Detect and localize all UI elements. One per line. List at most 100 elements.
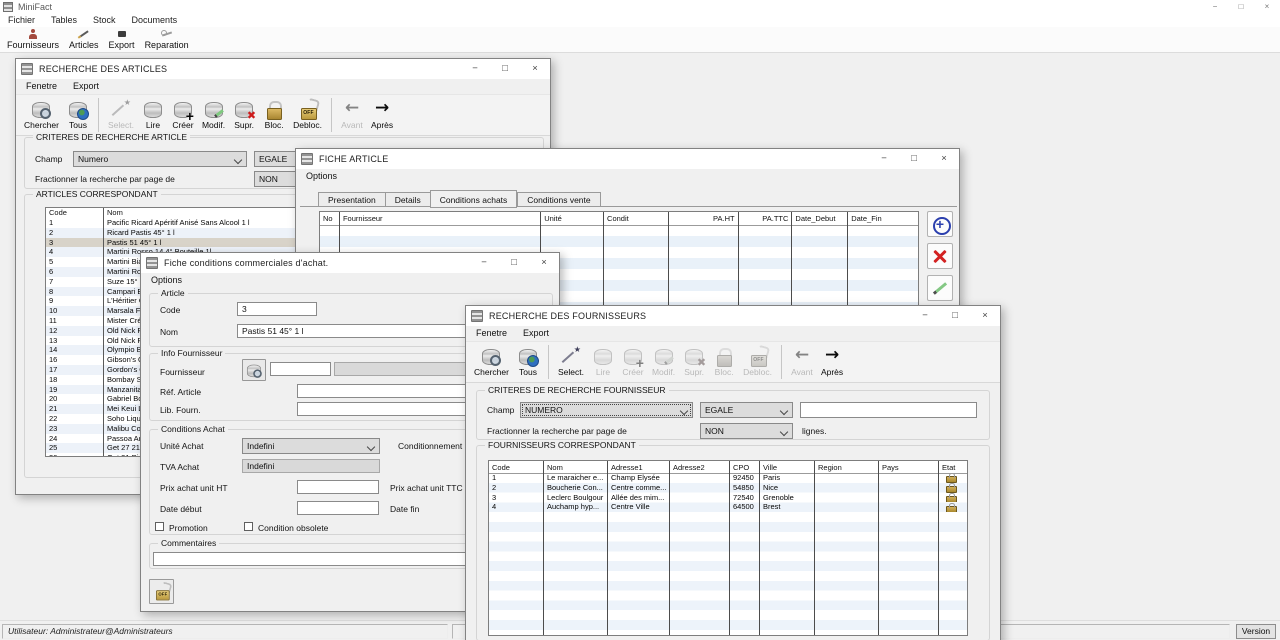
app-toolbar-icon <box>26 29 40 39</box>
toolbar-button[interactable]: Lire <box>588 347 618 378</box>
toolbar-button[interactable]: Debloc. <box>739 347 776 378</box>
toolbar-button[interactable]: Modif. <box>198 100 229 131</box>
table-column-header[interactable]: Etat <box>939 461 967 635</box>
toolbar-button[interactable]: Chercher <box>470 347 513 378</box>
table-columns: CodeNomAdresse1Adresse2CPOVilleRegionPay… <box>489 461 967 635</box>
maximize-button[interactable]: □ <box>499 253 529 273</box>
fournisseur-code-field[interactable] <box>270 362 331 376</box>
unlock-button[interactable] <box>149 579 174 604</box>
toolbar-button[interactable]: Créer <box>618 347 648 378</box>
menu-item[interactable]: Export <box>515 326 557 341</box>
app-restore-button[interactable]: □ <box>1228 0 1254 14</box>
toolbar-button[interactable]: Lire <box>138 100 168 131</box>
toolbar-button[interactable]: Debloc. <box>289 100 326 131</box>
menu-item[interactable]: Options <box>143 273 190 288</box>
version-button[interactable]: Version <box>1236 624 1276 639</box>
fournisseur-search-button[interactable] <box>242 359 266 381</box>
minimize-button[interactable]: − <box>469 253 499 273</box>
fiche-tab[interactable]: Details <box>385 192 430 207</box>
menu-item[interactable]: Fenetre <box>18 79 65 94</box>
fournisseurs-table[interactable]: 1 Le maraicher e... Champ Elysée 92450 P… <box>488 460 968 636</box>
toolbar-button-icon <box>791 348 813 365</box>
toolbar-button[interactable] <box>98 98 99 132</box>
toolbar-button[interactable]: Select. <box>554 347 588 378</box>
table-column-header[interactable]: Pays <box>879 461 939 635</box>
menu-item[interactable]: Options <box>298 169 345 184</box>
maximize-button[interactable]: □ <box>940 306 970 326</box>
app-toolbar-button[interactable]: Reparation <box>140 28 194 51</box>
table-column-header[interactable]: Adresse2 <box>670 461 730 635</box>
close-button[interactable]: × <box>929 149 959 169</box>
minimize-button[interactable]: − <box>869 149 899 169</box>
condition-obsolete-checkbox[interactable] <box>244 522 253 531</box>
app-menu-item[interactable]: Stock <box>85 14 124 27</box>
fiche-tab[interactable]: Conditions achats <box>430 190 518 208</box>
table-column-header[interactable]: Code <box>489 461 544 635</box>
toolbar-button[interactable]: Après <box>367 100 397 131</box>
app-menu-item[interactable]: Fichier <box>0 14 43 27</box>
article-code: 11 <box>46 316 103 326</box>
table-column-header[interactable]: Nom <box>544 461 608 635</box>
toolbar-button-label: Avant <box>341 120 363 130</box>
toolbar-button[interactable]: Supr. <box>679 347 709 378</box>
code-field[interactable]: 3 <box>237 302 317 316</box>
add-row-button[interactable] <box>927 211 953 237</box>
toolbar-button[interactable]: Tous <box>63 100 93 131</box>
app-titlebar[interactable]: MiniFact − □ × <box>0 0 1280 14</box>
app-close-button[interactable]: × <box>1254 0 1280 14</box>
fiche-tab[interactable]: Conditions vente <box>517 192 600 207</box>
minimize-button[interactable]: − <box>910 306 940 326</box>
table-column-header[interactable]: Adresse1 <box>608 461 670 635</box>
fiche-titlebar[interactable]: FICHE ARTICLE − □ × <box>296 149 959 169</box>
toolbar-button[interactable] <box>331 98 332 132</box>
toolbar-button[interactable]: Avant <box>787 347 817 378</box>
app-toolbar-button[interactable]: Fournisseurs <box>2 28 64 51</box>
app-menu-item[interactable]: Tables <box>43 14 85 27</box>
app-toolbar-button[interactable]: Export <box>104 28 140 51</box>
close-button[interactable]: × <box>970 306 1000 326</box>
toolbar-button[interactable]: Créer <box>168 100 198 131</box>
toolbar-button[interactable] <box>548 345 549 379</box>
articles-titlebar[interactable]: RECHERCHE DES ARTICLES − □ × <box>16 59 550 79</box>
close-button[interactable]: × <box>520 59 550 79</box>
toolbar-button[interactable]: Après <box>817 347 847 378</box>
unite-achat-select[interactable]: Indefini <box>242 438 380 454</box>
operator-select[interactable]: EGALE <box>700 402 793 418</box>
close-button[interactable]: × <box>529 253 559 273</box>
toolbar-button[interactable] <box>781 345 782 379</box>
maximize-button[interactable]: □ <box>899 149 929 169</box>
toolbar-button[interactable]: Modif. <box>648 347 679 378</box>
edit-row-button[interactable] <box>927 275 953 301</box>
table-column-header[interactable]: CPO <box>730 461 760 635</box>
promotion-checkbox[interactable] <box>155 522 164 531</box>
champ-select[interactable]: Numero <box>73 151 247 167</box>
fiche-tab[interactable]: Presentation <box>318 192 385 207</box>
fournisseurs-titlebar[interactable]: RECHERCHE DES FOURNISSEURS − □ × <box>466 306 1000 326</box>
app-menu-item[interactable]: Documents <box>124 14 186 27</box>
search-value-input[interactable] <box>800 402 977 418</box>
maximize-button[interactable]: □ <box>490 59 520 79</box>
prix-ht-field[interactable] <box>297 480 379 494</box>
table-column-header[interactable]: Region <box>815 461 879 635</box>
app-minimize-button[interactable]: − <box>1202 0 1228 14</box>
minimize-button[interactable]: − <box>460 59 490 79</box>
column-header-code[interactable]: Code <box>46 208 103 218</box>
toolbar-button[interactable]: Select. <box>104 100 138 131</box>
app-toolbar-button[interactable]: Articles <box>64 28 104 51</box>
table-column-header[interactable]: Ville <box>760 461 815 635</box>
toolbar-button[interactable]: Chercher <box>20 100 63 131</box>
menu-item[interactable]: Export <box>65 79 107 94</box>
conditions-titlebar[interactable]: Fiche conditions commerciales d'achat. −… <box>141 253 559 273</box>
menu-item[interactable]: Fenetre <box>468 326 515 341</box>
toolbar-button[interactable]: Supr. <box>229 100 259 131</box>
toolbar-button[interactable]: Tous <box>513 347 543 378</box>
toolbar-button[interactable]: Bloc. <box>259 100 289 131</box>
toolbar-button-icon <box>172 101 194 118</box>
champ-select[interactable]: NUMERO <box>520 402 693 418</box>
delete-row-button[interactable] <box>927 243 953 269</box>
date-debut-field[interactable] <box>297 501 379 515</box>
fraction-select[interactable]: NON <box>700 423 793 439</box>
toolbar-button[interactable]: Bloc. <box>709 347 739 378</box>
toolbar-button[interactable]: Avant <box>337 100 367 131</box>
lock-off-icon <box>152 584 171 598</box>
